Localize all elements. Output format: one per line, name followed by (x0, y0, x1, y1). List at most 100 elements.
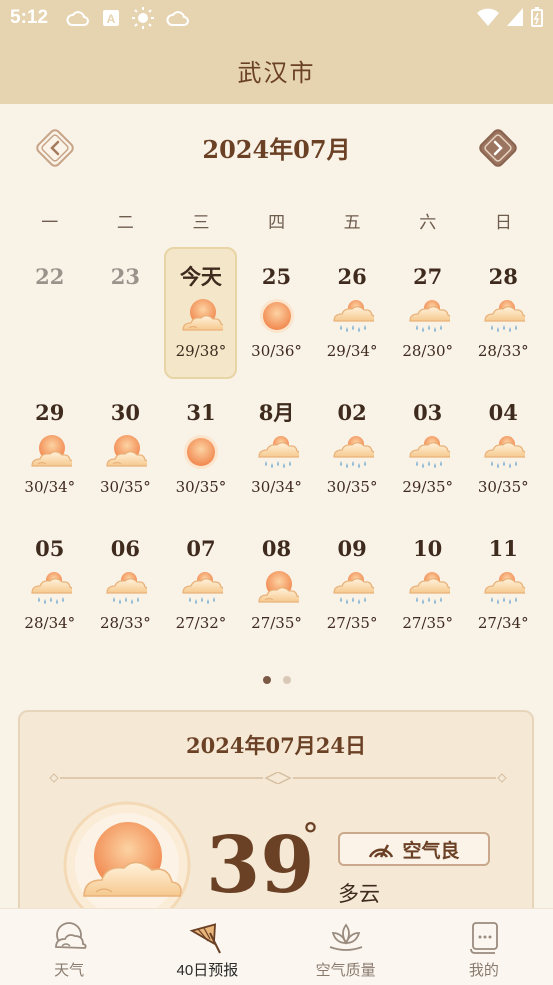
cloud-notification-icon-2 (166, 11, 190, 26)
calendar-day[interactable]: 05 28/34° (12, 524, 88, 654)
rain-icon (333, 300, 375, 332)
notification-icons: A (66, 7, 190, 29)
scroll-icon (469, 922, 498, 954)
detail-date: 2024年07月24日 (186, 733, 366, 758)
rain-icon (409, 300, 450, 332)
weekday-header: 一 二 三 四 五 六 日 (12, 208, 541, 233)
day-temperature-range: 30/34° (251, 478, 302, 496)
nav-40-day-forecast[interactable]: 40日预报 (138, 909, 276, 985)
calendar-day[interactable]: 09 27/35° (314, 524, 390, 654)
calendar-day[interactable]: 11 27/34° (465, 524, 541, 654)
app-notification-icon: A (103, 10, 120, 26)
day-temperature-range: 30/35° (477, 478, 529, 496)
nav-weather[interactable]: 天气 (0, 909, 138, 985)
calendar-day[interactable]: 08 27/35° (239, 524, 315, 654)
umbrella-icon (189, 923, 222, 954)
calendar-day[interactable]: 31 30/35° (163, 388, 239, 524)
day-temperature-range: 30/34° (24, 478, 76, 496)
weekday-label: 四 (268, 213, 286, 233)
day-detail-card: 2024年07月24日 39 ° 空气良 多云 (18, 710, 534, 940)
air-quality-button[interactable]: 空气良 (338, 832, 490, 866)
day-temperature-range: 29/38° (175, 342, 227, 360)
calendar-day[interactable]: 23 (88, 252, 164, 388)
day-temperature-range: 28/33° (100, 614, 151, 632)
calendar-day[interactable]: 25 30/36° (239, 252, 315, 388)
day-number: 07 (186, 536, 216, 561)
calendar-day[interactable]: 04 30/35° (465, 388, 541, 524)
day-number: 02 (337, 400, 367, 425)
calendar-day[interactable]: 10 27/35° (390, 524, 466, 654)
day-temperature-range: 27/35° (251, 614, 302, 632)
sun-icon (259, 299, 294, 333)
day-temperature-range: 30/35° (175, 478, 227, 496)
weekday-label: 六 (419, 213, 437, 233)
calendar-day[interactable]: 28 28/33° (465, 252, 541, 388)
calendar-day[interactable]: 07 27/32° (163, 524, 239, 654)
calendar-day[interactable]: 30 30/35° (88, 388, 164, 524)
calendar-day[interactable]: 22 (12, 252, 88, 388)
calendar-day[interactable]: 06 28/33° (88, 524, 164, 654)
next-month-button[interactable] (476, 126, 520, 170)
nav-air-quality[interactable]: 空气质量 (277, 909, 415, 985)
day-temperature-range: 27/34° (477, 614, 529, 632)
month-navigation: 2024年07月 (0, 126, 553, 170)
day-number: 30 (110, 400, 140, 425)
weekday-label: 一 (41, 213, 59, 233)
day-number: 06 (110, 536, 140, 561)
day-number: 28 (488, 264, 518, 289)
day-number: 08 (261, 536, 292, 561)
nav-label: 40日预报 (176, 962, 239, 979)
rain-icon (484, 300, 526, 332)
calendar-week-row: 29 30/34° 30 30/35° 31 30/35° 8月 30/34° 02 30/35°… (12, 388, 541, 524)
calendar-day[interactable]: 8月 30/34° (239, 388, 315, 524)
page-dot-active[interactable] (262, 676, 271, 684)
day-number: 27 (413, 264, 443, 289)
signal-icon (507, 8, 523, 26)
calendar-day[interactable]: 02 30/35° (314, 388, 390, 524)
day-number: 今天 (179, 264, 222, 289)
battery-icon (531, 7, 543, 27)
rain-icon (182, 572, 223, 604)
wifi-icon (477, 8, 499, 26)
ornamental-divider (49, 772, 507, 784)
calendar-week-row: 05 28/34° 06 28/33° 07 27/32° 08 27/35° 09 27/35°… (12, 524, 541, 654)
calendar-week-row: 22 23 今天 29/38° 25 30/36° 26 29/34° 27 28/30° 28 28… (12, 247, 541, 388)
status-time: 5:12 (10, 7, 49, 28)
page-dot[interactable] (282, 676, 291, 684)
day-number: 22 (35, 264, 65, 289)
rain-icon (409, 436, 450, 468)
rain-icon (484, 572, 526, 604)
day-temperature-range: 30/35° (326, 478, 378, 496)
sun-notification-icon (132, 7, 155, 29)
day-number: 04 (488, 400, 518, 425)
calendar-day[interactable]: 29 30/34° (12, 388, 88, 524)
cloud-notification-icon (66, 11, 90, 26)
day-number: 26 (337, 264, 367, 289)
weather-condition: 多云 (338, 882, 380, 906)
calendar-day[interactable]: 03 29/35° (390, 388, 466, 524)
calendar-day-today[interactable]: 今天 29/38° (163, 247, 239, 388)
day-temperature-range: 28/33° (477, 342, 529, 360)
rain-icon (409, 572, 450, 604)
weekday-label: 日 (494, 213, 512, 233)
page-indicator (0, 676, 553, 684)
day-temperature-range: 30/36° (251, 342, 302, 360)
calendar-day[interactable]: 27 28/30° (390, 252, 466, 388)
city-name[interactable]: 武汉市 (238, 53, 316, 88)
nav-label: 天气 (54, 962, 85, 979)
day-number: 25 (261, 264, 292, 289)
rain-icon (484, 436, 526, 468)
current-temperature: 39 (206, 820, 315, 911)
degree-symbol: ° (302, 816, 319, 856)
day-temperature-range: 27/35° (326, 614, 378, 632)
day-number: 10 (413, 536, 443, 561)
nav-label: 我的 (468, 962, 499, 979)
day-number: 8月 (258, 400, 295, 425)
weekday-label: 三 (192, 213, 210, 233)
calendar-day[interactable]: 26 29/34° (314, 252, 390, 388)
day-number: 23 (110, 264, 140, 289)
partly-cloudy-icon (182, 299, 223, 331)
month-title: 2024年07月 (202, 135, 351, 164)
rain-icon (333, 572, 375, 604)
nav-profile[interactable]: 我的 (415, 909, 553, 985)
